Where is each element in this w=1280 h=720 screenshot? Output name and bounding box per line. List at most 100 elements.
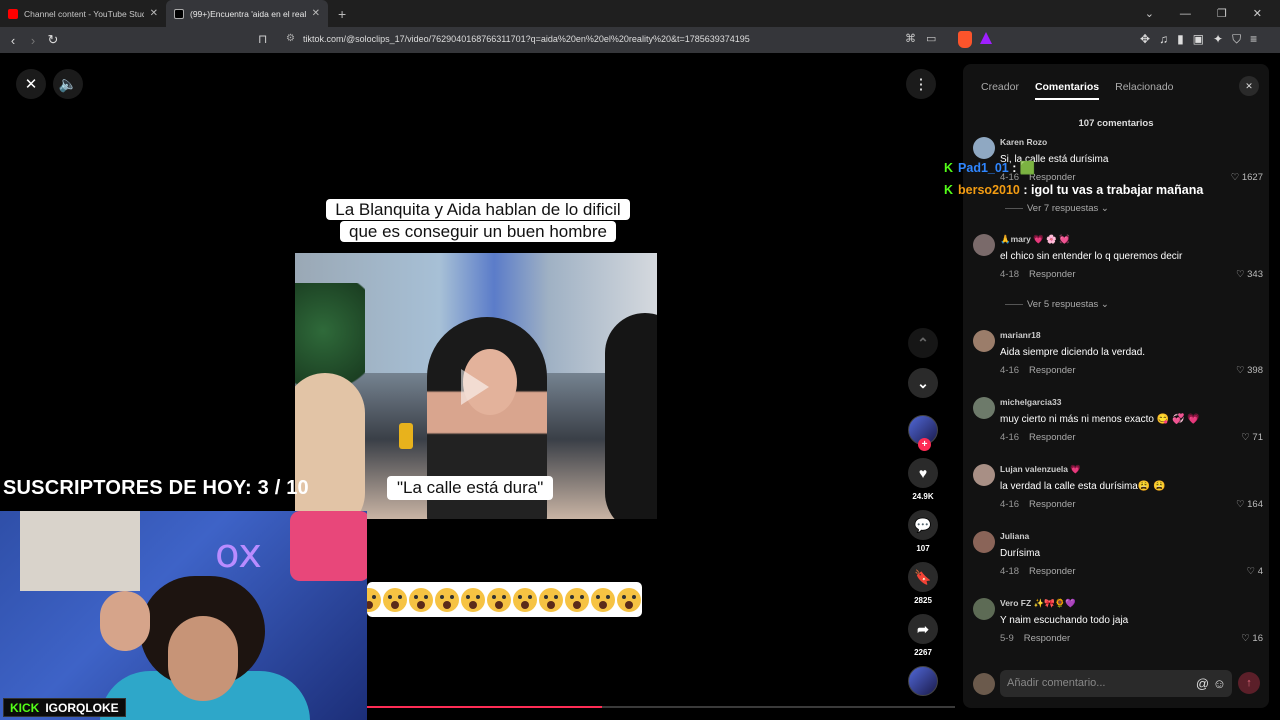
vpn-icon[interactable]: ⛉: [1232, 32, 1241, 47]
speaker-icon: 🔈: [58, 76, 78, 93]
play-icon[interactable]: [461, 369, 489, 405]
site-info-icon[interactable]: ⚙: [286, 33, 295, 44]
mention-icon[interactable]: @: [1196, 676, 1209, 691]
reply-button[interactable]: Responder: [1029, 432, 1075, 443]
comment-username[interactable]: marianr18: [1000, 330, 1041, 340]
media-icon[interactable]: ♫: [1159, 32, 1168, 47]
chevron-down-icon: ⌄: [908, 368, 938, 398]
share-count: 2267: [914, 648, 932, 657]
avatar[interactable]: [973, 234, 995, 256]
kick-icon: K: [944, 183, 954, 197]
more-options-button[interactable]: ⋮: [906, 69, 936, 99]
menu-icon[interactable]: ≡: [1250, 32, 1257, 47]
comment-date: 4-18: [1000, 269, 1020, 280]
tab-youtube-studio[interactable]: Channel content - YouTube Studio ✕: [0, 0, 166, 27]
avatar[interactable]: [973, 598, 995, 620]
creator-avatar[interactable]: +: [904, 415, 942, 451]
sound-avatar[interactable]: [904, 666, 942, 696]
wallet-icon[interactable]: ▣: [1193, 32, 1204, 47]
comment-username[interactable]: Lujan valenzuela 💗: [1000, 464, 1081, 475]
volume-button[interactable]: 🔈: [53, 69, 83, 99]
follow-plus-icon[interactable]: +: [918, 438, 931, 451]
brave-shields-icon[interactable]: [958, 31, 972, 48]
view-replies-button[interactable]: Ver 5 respuestas ⌄: [1005, 299, 1109, 310]
close-tab-icon[interactable]: ✕: [150, 8, 158, 19]
comment-button[interactable]: 💬 107: [904, 510, 942, 553]
like-button[interactable]: ♥ 24.9K: [904, 458, 942, 501]
tab-relacionado[interactable]: Relacionado: [1115, 81, 1173, 100]
send-comment-button[interactable]: ↑: [1238, 672, 1260, 694]
comment-like-count: 4: [1257, 566, 1263, 577]
reply-button[interactable]: Responder: [1029, 566, 1075, 577]
comment-like-button[interactable]: ♡ 71: [1241, 432, 1263, 443]
reply-button[interactable]: Responder: [1029, 269, 1075, 280]
address-bar: ‹ › ↻ ⊓ ⚙ tiktok.com/@soloclips_17/video…: [0, 27, 1280, 53]
share-icon: ➦: [908, 614, 938, 644]
bookmark-icon[interactable]: ⊓: [258, 32, 270, 48]
avatar[interactable]: [973, 531, 995, 553]
brave-rewards-icon[interactable]: [980, 32, 992, 44]
comment-like-count: 1627: [1241, 172, 1263, 183]
url-field[interactable]: ⚙ tiktok.com/@soloclips_17/video/7629040…: [286, 33, 750, 44]
close-panel-button[interactable]: ✕: [1239, 76, 1259, 96]
chat-message: K Pad1_01 : 🟩: [944, 157, 1203, 179]
reply-button[interactable]: Responder: [1024, 633, 1070, 644]
comment-date: 5-9: [1000, 633, 1014, 644]
avatar[interactable]: [973, 330, 995, 352]
video-progress-bar[interactable]: [367, 706, 955, 708]
next-video-button[interactable]: ⌄: [904, 368, 942, 402]
comment-username[interactable]: michelgarcia33: [1000, 397, 1061, 407]
webcam-heart-poster: [290, 511, 367, 581]
comment-like-count: 343: [1247, 269, 1263, 280]
video-progress-fill: [367, 706, 603, 708]
leo-ai-icon[interactable]: ✦: [1213, 32, 1223, 47]
kick-icon: K: [944, 161, 954, 175]
maximize-icon[interactable]: ❐: [1217, 7, 1227, 20]
close-video-button[interactable]: ✕: [16, 69, 46, 99]
more-vertical-icon: ⋮: [913, 76, 929, 93]
reload-icon[interactable]: ↻: [43, 32, 63, 48]
emoji-caption-bar: [367, 582, 642, 617]
cast-icon[interactable]: ▭: [926, 32, 936, 45]
extensions-icon[interactable]: ✥: [1140, 32, 1150, 47]
save-button[interactable]: 🔖 2825: [904, 562, 942, 605]
view-replies-button[interactable]: Ver 7 respuestas ⌄: [1005, 203, 1109, 214]
close-tab-icon[interactable]: ✕: [312, 8, 320, 19]
back-icon[interactable]: ‹: [3, 33, 23, 48]
comment-like-button[interactable]: ♡ 164: [1236, 499, 1263, 510]
tab-tiktok[interactable]: (99+)Encuentra 'aida en el reality' ✕: [166, 0, 328, 27]
sidebar-icon[interactable]: ▮: [1177, 32, 1184, 47]
previous-video-button[interactable]: ⌃: [904, 328, 942, 362]
tab-comentarios[interactable]: Comentarios: [1034, 81, 1100, 100]
tab-search-icon[interactable]: ⌄: [1145, 7, 1154, 20]
comment-input[interactable]: Añadir comentario... @ ☺: [1000, 670, 1232, 697]
comment-like-button[interactable]: ♡ 398: [1236, 365, 1263, 376]
video-object: [399, 423, 413, 449]
comment-like-button[interactable]: ♡ 343: [1236, 269, 1263, 280]
avatar[interactable]: [973, 137, 995, 159]
reply-button[interactable]: Responder: [1029, 365, 1075, 376]
comment-like-button[interactable]: ♡ 16: [1241, 633, 1263, 644]
video-caption-mid: "La calle está dura": [387, 476, 554, 500]
avatar[interactable]: [973, 464, 995, 486]
new-tab-button[interactable]: +: [328, 6, 356, 22]
translate-icon[interactable]: ⌘: [905, 32, 916, 45]
comment-like-button[interactable]: ♡ 1627: [1231, 172, 1263, 183]
kick-label: KICK: [10, 700, 40, 715]
minimize-icon[interactable]: —: [1180, 8, 1191, 20]
forward-icon[interactable]: ›: [23, 33, 43, 48]
like-count: 24.9K: [912, 492, 934, 501]
share-button[interactable]: ➦ 2267: [904, 614, 942, 657]
comment-username[interactable]: 🙏mary 💗 🌸 💓: [1000, 234, 1070, 245]
reply-button[interactable]: Responder: [1029, 499, 1075, 510]
comment-username[interactable]: Vero FZ ✨🎀🌻💜: [1000, 598, 1076, 609]
emoji-icon[interactable]: ☺: [1213, 676, 1226, 691]
comment-like-button[interactable]: ♡ 4: [1247, 566, 1263, 577]
comment-username[interactable]: Karen Rozo: [1000, 137, 1047, 147]
screaming-emoji-icon: [617, 587, 641, 612]
close-icon: ✕: [24, 76, 38, 93]
avatar[interactable]: [973, 397, 995, 419]
tab-creador[interactable]: Creador: [981, 81, 1019, 100]
comment-username[interactable]: Juliana: [1000, 531, 1029, 541]
close-window-icon[interactable]: ✕: [1253, 7, 1262, 20]
